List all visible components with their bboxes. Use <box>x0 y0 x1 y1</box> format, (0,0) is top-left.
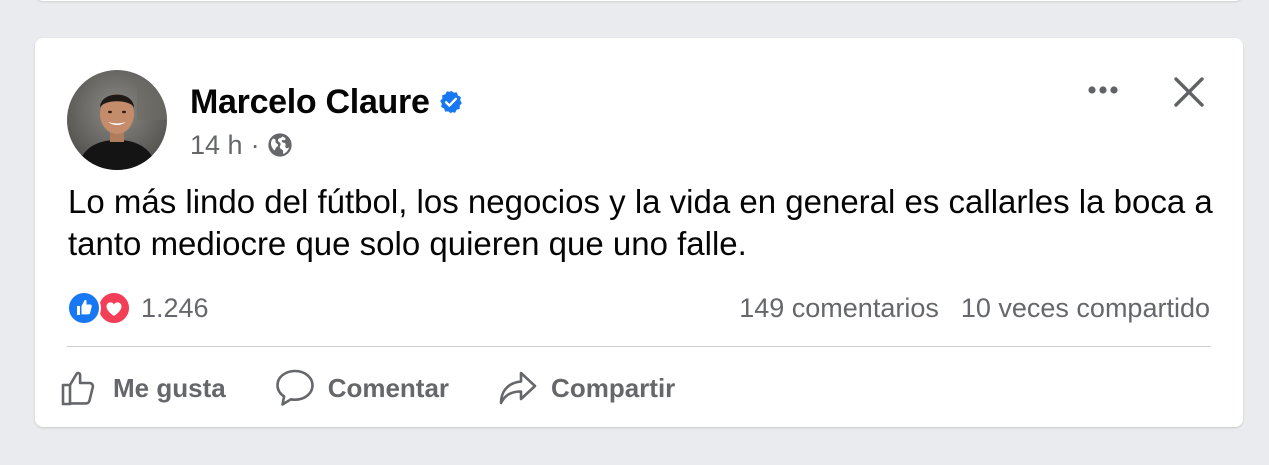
post-actions: Me gusta Comentar Compartir <box>57 360 677 416</box>
share-button-label: Compartir <box>551 372 676 403</box>
like-reaction-icon <box>67 291 101 325</box>
comment-icon <box>275 369 314 406</box>
author-row: Marcelo Claure <box>190 82 464 122</box>
post-text: Lo más lindo del fútbol, los negocios y … <box>68 183 1213 262</box>
share-button[interactable]: Compartir <box>495 360 677 416</box>
divider <box>67 346 1211 347</box>
avatar-photo <box>67 70 167 170</box>
share-icon <box>499 371 537 405</box>
avatar[interactable] <box>67 70 167 170</box>
verified-badge-icon <box>438 89 464 115</box>
shares-count-link[interactable]: 10 veces compartido <box>961 293 1210 324</box>
reaction-icons <box>67 291 133 325</box>
more-options-icon[interactable] <box>1081 74 1125 106</box>
comment-button-label: Comentar <box>327 372 450 403</box>
globe-icon[interactable] <box>266 131 294 159</box>
comment-button[interactable]: Comentar <box>272 360 451 416</box>
like-button[interactable]: Me gusta <box>57 360 228 416</box>
close-icon[interactable] <box>1171 74 1207 110</box>
post-card: Marcelo Claure 14 h · Lo más lindo del f… <box>35 38 1243 427</box>
love-reaction-icon <box>97 291 131 325</box>
post-time[interactable]: 14 h <box>190 130 243 161</box>
post-meta: 14 h · <box>190 128 294 162</box>
reactions-summary[interactable]: 1.246 <box>67 288 209 328</box>
like-button-label: Me gusta <box>113 372 226 403</box>
post-stats: 149 comentarios 10 veces compartido <box>739 288 1210 328</box>
thumbs-up-icon <box>61 371 95 406</box>
author-name[interactable]: Marcelo Claure <box>190 83 430 122</box>
previous-post-card-edge <box>35 0 1243 1</box>
reaction-count[interactable]: 1.246 <box>141 293 209 324</box>
comments-count-link[interactable]: 149 comentarios <box>739 293 939 324</box>
meta-separator: · <box>250 129 260 160</box>
